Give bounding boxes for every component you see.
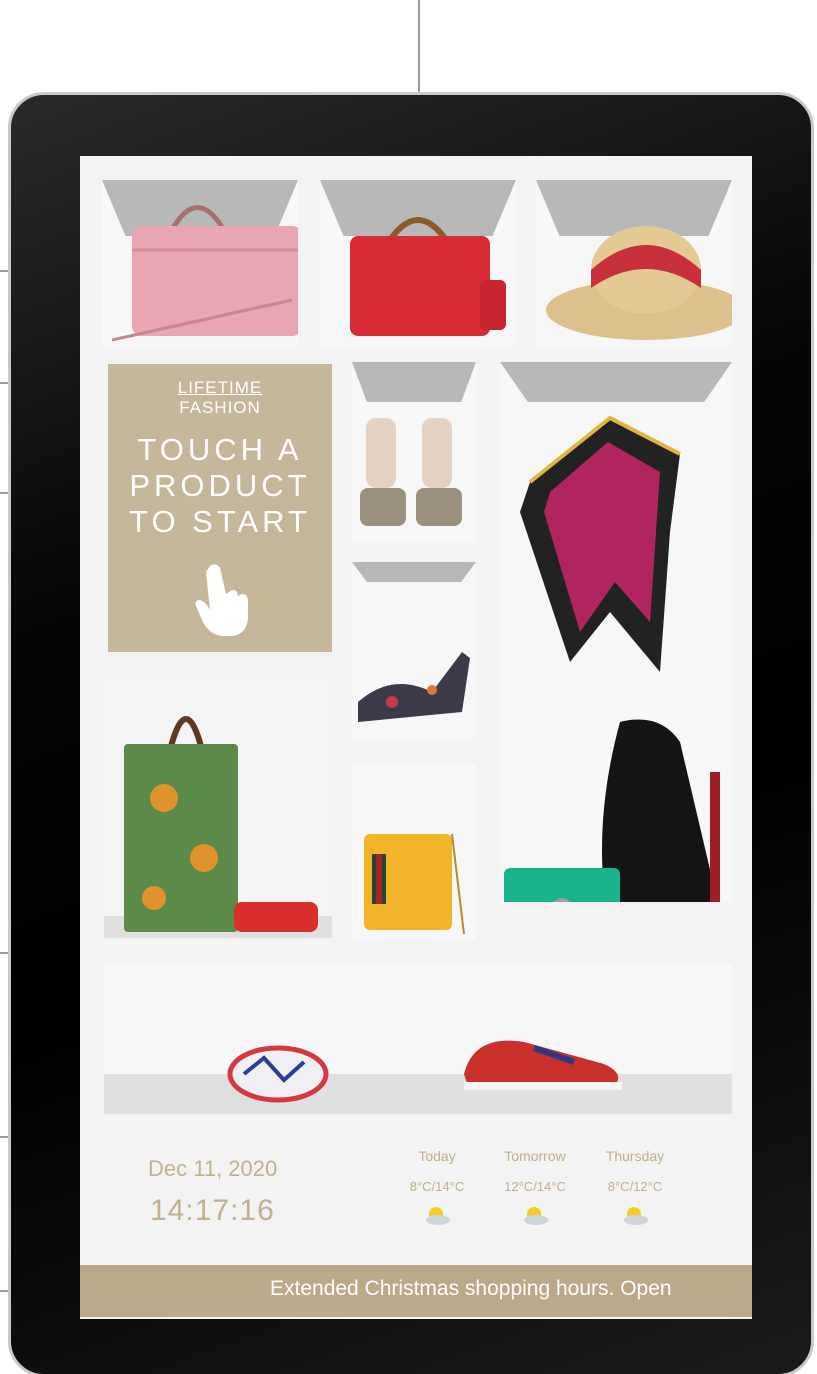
product-cell-silk-scarf[interactable]: [500, 362, 732, 902]
product-cell-yellow-shoulder-bag[interactable]: [352, 764, 476, 940]
product-cell-straw-hat[interactable]: [536, 180, 732, 346]
current-date: Dec 11, 2020: [148, 1156, 278, 1181]
promo-headline-1: TOUCH A: [137, 432, 303, 467]
promo-line-fashion: FASHION: [179, 398, 261, 417]
product-cell-bottom-shelf[interactable]: [104, 964, 732, 1114]
weather-day-label: Thursday: [605, 1148, 665, 1164]
promo-headline: TOUCH A PRODUCT TO START: [108, 432, 332, 540]
news-ticker: Extended Christmas shopping hours. Open: [80, 1265, 752, 1317]
straw-hat-image: [546, 226, 732, 340]
weather-today: Today 8°C/14°C: [392, 1148, 482, 1229]
promo-headline-2: PRODUCT: [129, 468, 311, 503]
product-cell-pink-handbag[interactable]: [102, 180, 298, 346]
weather-tomorrow: Tomorrow 12°C/14°C: [490, 1148, 580, 1229]
weather-thursday: Thursday 8°C/12°C: [590, 1148, 680, 1229]
silk-scarf-image: [520, 415, 681, 672]
current-time: 14:17:16: [150, 1194, 275, 1227]
promo-panel[interactable]: LIFETIME FASHION TOUCH A PRODUCT TO STAR…: [108, 364, 332, 652]
weather-day-label: Tomorrow: [504, 1148, 566, 1164]
promo-headline-3: TO START: [129, 504, 311, 539]
weather-day-label: Today: [418, 1148, 456, 1164]
product-cell-platform-sandals[interactable]: [352, 362, 476, 542]
sun-cloud-icon: [426, 1207, 450, 1225]
shelf-floor: [104, 1074, 732, 1114]
weather-temp: 12°C/14°C: [504, 1179, 566, 1194]
bracelet-image: [227, 1045, 329, 1103]
sun-cloud-icon: [624, 1207, 648, 1225]
kiosk-screen: LIFETIME FASHION TOUCH A PRODUCT TO STAR…: [80, 156, 752, 1319]
ticker-text: Extended Christmas shopping hours. Open: [270, 1277, 672, 1300]
product-cell-tiger-tote[interactable]: [104, 678, 332, 938]
pointing-hand-icon: [195, 564, 248, 636]
promo-line-lifetime: LIFETIME: [177, 378, 263, 397]
yellow-shoulder-bag-image: [364, 833, 465, 935]
tiger-tote-bag-image: [124, 716, 318, 932]
product-cell-floral-heels[interactable]: [352, 562, 476, 738]
sun-cloud-icon: [524, 1207, 548, 1225]
floral-heels-image: [358, 652, 470, 722]
weather-temp: 8°C/12°C: [607, 1179, 663, 1194]
green-clutch-image: [504, 868, 620, 902]
sneaker-image: [464, 1040, 622, 1090]
platform-sandals-image: [360, 418, 462, 526]
pink-handbag-image: [111, 205, 298, 342]
weather-temp: 8°C/14°C: [409, 1179, 465, 1194]
product-cell-red-handbag[interactable]: [320, 180, 516, 346]
red-handbag-image: [350, 217, 506, 336]
